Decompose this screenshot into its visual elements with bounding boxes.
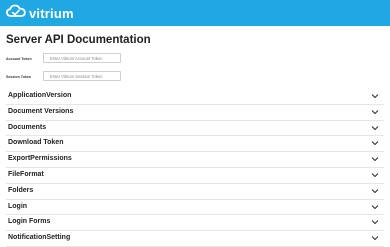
session-token-label: Session Token [6,75,32,79]
top-bar: vitrium [0,0,390,26]
chevron-down-icon [371,188,379,194]
cloud-icon [6,4,26,23]
page-title: Server API Documentation [6,34,151,46]
section-label: ExportPermissions [8,155,72,163]
api-sections-list: ApplicationVersion Document Versions Doc… [6,89,384,247]
section-export-permissions[interactable]: ExportPermissions [6,152,384,168]
chevron-down-icon [371,236,379,241]
section-download-token[interactable]: Download Token [6,136,384,153]
session-token-input[interactable] [43,71,121,81]
section-label: NotificationSetting [8,234,71,242]
vitrium-logo[interactable]: vitrium [6,3,74,23]
section-folders[interactable]: Folders [6,184,384,200]
section-application-version[interactable]: ApplicationVersion [6,89,384,105]
section-notification-setting[interactable]: NotificationSetting [6,231,384,247]
section-login-forms[interactable]: Login Forms [6,215,384,232]
section-label: ApplicationVersion [8,92,72,99]
section-label: Login [8,202,28,210]
chevron-down-icon [371,204,379,209]
section-login[interactable]: Login [6,200,384,216]
chevron-down-icon [371,94,379,99]
section-label: Login Forms [8,218,51,226]
chevron-down-icon [371,220,379,225]
brand-name: vitrium [29,5,74,21]
chevron-down-icon [371,109,379,115]
section-label: Download Token [8,139,64,147]
account-token-label: Account Token [6,57,32,61]
section-document-versions[interactable]: Document Versions [6,105,384,121]
section-label: Document Versions [8,107,74,115]
account-token-input[interactable] [43,53,121,63]
chevron-down-icon [371,141,379,146]
chevron-down-icon [371,157,379,162]
chevron-down-icon [371,173,379,178]
section-file-format[interactable]: FileFormat [6,168,384,184]
section-label: Documents [8,123,47,131]
section-label: FileFormat [8,170,44,178]
section-documents[interactable]: Documents [6,121,384,137]
chevron-down-icon [371,125,379,130]
section-label: Folders [8,186,34,194]
